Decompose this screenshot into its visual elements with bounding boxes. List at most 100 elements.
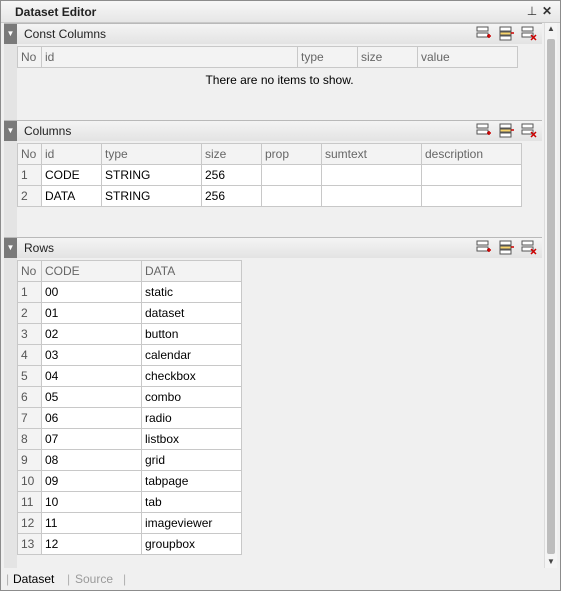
- table-cell[interactable]: [321, 164, 422, 186]
- table-cell[interactable]: imageviewer: [141, 512, 242, 534]
- columns-section: ▼ Columns No id type size prop sumtext d…: [4, 120, 542, 237]
- close-icon[interactable]: ✕: [540, 4, 554, 18]
- delete-row-icon[interactable]: [521, 240, 537, 255]
- insert-row-icon[interactable]: [499, 123, 515, 138]
- table-row[interactable]: 6 05 combo: [17, 386, 242, 408]
- scroll-up-icon[interactable]: ▲: [545, 23, 557, 35]
- tab-separator: |: [123, 572, 127, 586]
- rows-grid[interactable]: No CODE DATA 1 00 static 2 01 dataset 3 02 but…: [17, 260, 242, 555]
- insert-row-icon[interactable]: [499, 26, 515, 41]
- table-cell[interactable]: checkbox: [141, 365, 242, 387]
- table-cell[interactable]: static: [141, 281, 242, 303]
- row-strip: [4, 141, 17, 237]
- column-header[interactable]: No: [17, 46, 42, 68]
- table-cell[interactable]: 06: [41, 407, 142, 429]
- table-cell[interactable]: tabpage: [141, 470, 242, 492]
- dataset-editor-window: Dataset Editor ⊥ ✕ ▼ Const Columns No id: [0, 0, 561, 591]
- column-header[interactable]: value: [417, 46, 518, 68]
- table-cell[interactable]: 04: [41, 365, 142, 387]
- const-columns-grid[interactable]: No id type size value: [17, 46, 518, 68]
- table-row[interactable]: 9 08 grid: [17, 449, 242, 471]
- column-header[interactable]: type: [297, 46, 358, 68]
- table-cell[interactable]: CODE: [41, 164, 102, 186]
- table-row[interactable]: 10 09 tabpage: [17, 470, 242, 492]
- column-header[interactable]: size: [201, 143, 262, 165]
- delete-row-icon[interactable]: [521, 123, 537, 138]
- table-cell[interactable]: radio: [141, 407, 242, 429]
- table-cell[interactable]: DATA: [41, 185, 102, 207]
- column-header[interactable]: type: [101, 143, 202, 165]
- table-cell[interactable]: 256: [201, 164, 262, 186]
- row-strip: [4, 258, 17, 568]
- table-cell[interactable]: [421, 185, 522, 207]
- vertical-scrollbar[interactable]: ▲ ▼: [544, 23, 557, 568]
- collapse-icon[interactable]: ▼: [4, 121, 17, 141]
- table-cell[interactable]: button: [141, 323, 242, 345]
- table-cell[interactable]: 10: [41, 491, 142, 513]
- table-cell[interactable]: 08: [41, 449, 142, 471]
- table-row[interactable]: 2 DATA STRING 256: [17, 185, 522, 207]
- columns-title: Columns: [24, 124, 72, 138]
- table-row[interactable]: 3 02 button: [17, 323, 242, 345]
- column-header[interactable]: No: [17, 143, 42, 165]
- window-title: Dataset Editor: [15, 5, 97, 19]
- table-cell[interactable]: [421, 164, 522, 186]
- table-cell[interactable]: 02: [41, 323, 142, 345]
- table-cell[interactable]: STRING: [101, 185, 202, 207]
- add-row-icon[interactable]: [476, 240, 492, 255]
- column-header[interactable]: DATA: [141, 260, 242, 282]
- table-cell[interactable]: [321, 185, 422, 207]
- column-header[interactable]: No: [17, 260, 42, 282]
- table-row[interactable]: 7 06 radio: [17, 407, 242, 429]
- table-row[interactable]: 12 11 imageviewer: [17, 512, 242, 534]
- table-row[interactable]: 1 00 static: [17, 281, 242, 303]
- table-cell[interactable]: calendar: [141, 344, 242, 366]
- collapse-icon[interactable]: ▼: [4, 238, 17, 258]
- table-row[interactable]: 1 CODE STRING 256: [17, 164, 522, 186]
- table-cell[interactable]: [261, 164, 322, 186]
- column-header[interactable]: prop: [261, 143, 322, 165]
- row-number: 1: [17, 164, 42, 186]
- table-row[interactable]: 5 04 checkbox: [17, 365, 242, 387]
- insert-row-icon[interactable]: [499, 240, 515, 255]
- table-cell[interactable]: 01: [41, 302, 142, 324]
- pin-icon[interactable]: ⊥: [525, 4, 539, 18]
- table-cell[interactable]: STRING: [101, 164, 202, 186]
- tab-separator: |: [67, 572, 71, 586]
- column-header[interactable]: CODE: [41, 260, 142, 282]
- tab-dataset[interactable]: Dataset: [13, 572, 54, 586]
- column-header[interactable]: id: [41, 46, 298, 68]
- table-cell[interactable]: [261, 185, 322, 207]
- collapse-icon[interactable]: ▼: [4, 24, 17, 44]
- table-cell[interactable]: 256: [201, 185, 262, 207]
- column-header[interactable]: id: [41, 143, 102, 165]
- table-cell[interactable]: 12: [41, 533, 142, 555]
- table-cell[interactable]: combo: [141, 386, 242, 408]
- table-cell[interactable]: 05: [41, 386, 142, 408]
- table-row[interactable]: 13 12 groupbox: [17, 533, 242, 555]
- table-row[interactable]: 4 03 calendar: [17, 344, 242, 366]
- table-cell[interactable]: 03: [41, 344, 142, 366]
- scroll-down-icon[interactable]: ▼: [545, 556, 557, 568]
- table-cell[interactable]: 11: [41, 512, 142, 534]
- table-cell[interactable]: listbox: [141, 428, 242, 450]
- table-cell[interactable]: 00: [41, 281, 142, 303]
- delete-row-icon[interactable]: [521, 26, 537, 41]
- table-cell[interactable]: tab: [141, 491, 242, 513]
- table-row[interactable]: 8 07 listbox: [17, 428, 242, 450]
- columns-grid[interactable]: No id type size prop sumtext description…: [17, 143, 522, 207]
- table-row[interactable]: 11 10 tab: [17, 491, 242, 513]
- scroll-thumb[interactable]: [547, 39, 555, 554]
- column-header[interactable]: description: [421, 143, 522, 165]
- column-header[interactable]: sumtext: [321, 143, 422, 165]
- add-row-icon[interactable]: [476, 123, 492, 138]
- table-cell[interactable]: dataset: [141, 302, 242, 324]
- table-cell[interactable]: groupbox: [141, 533, 242, 555]
- table-cell[interactable]: 07: [41, 428, 142, 450]
- table-cell[interactable]: grid: [141, 449, 242, 471]
- table-row[interactable]: 2 01 dataset: [17, 302, 242, 324]
- add-row-icon[interactable]: [476, 26, 492, 41]
- tab-source[interactable]: Source: [75, 572, 113, 586]
- column-header[interactable]: size: [357, 46, 418, 68]
- table-cell[interactable]: 09: [41, 470, 142, 492]
